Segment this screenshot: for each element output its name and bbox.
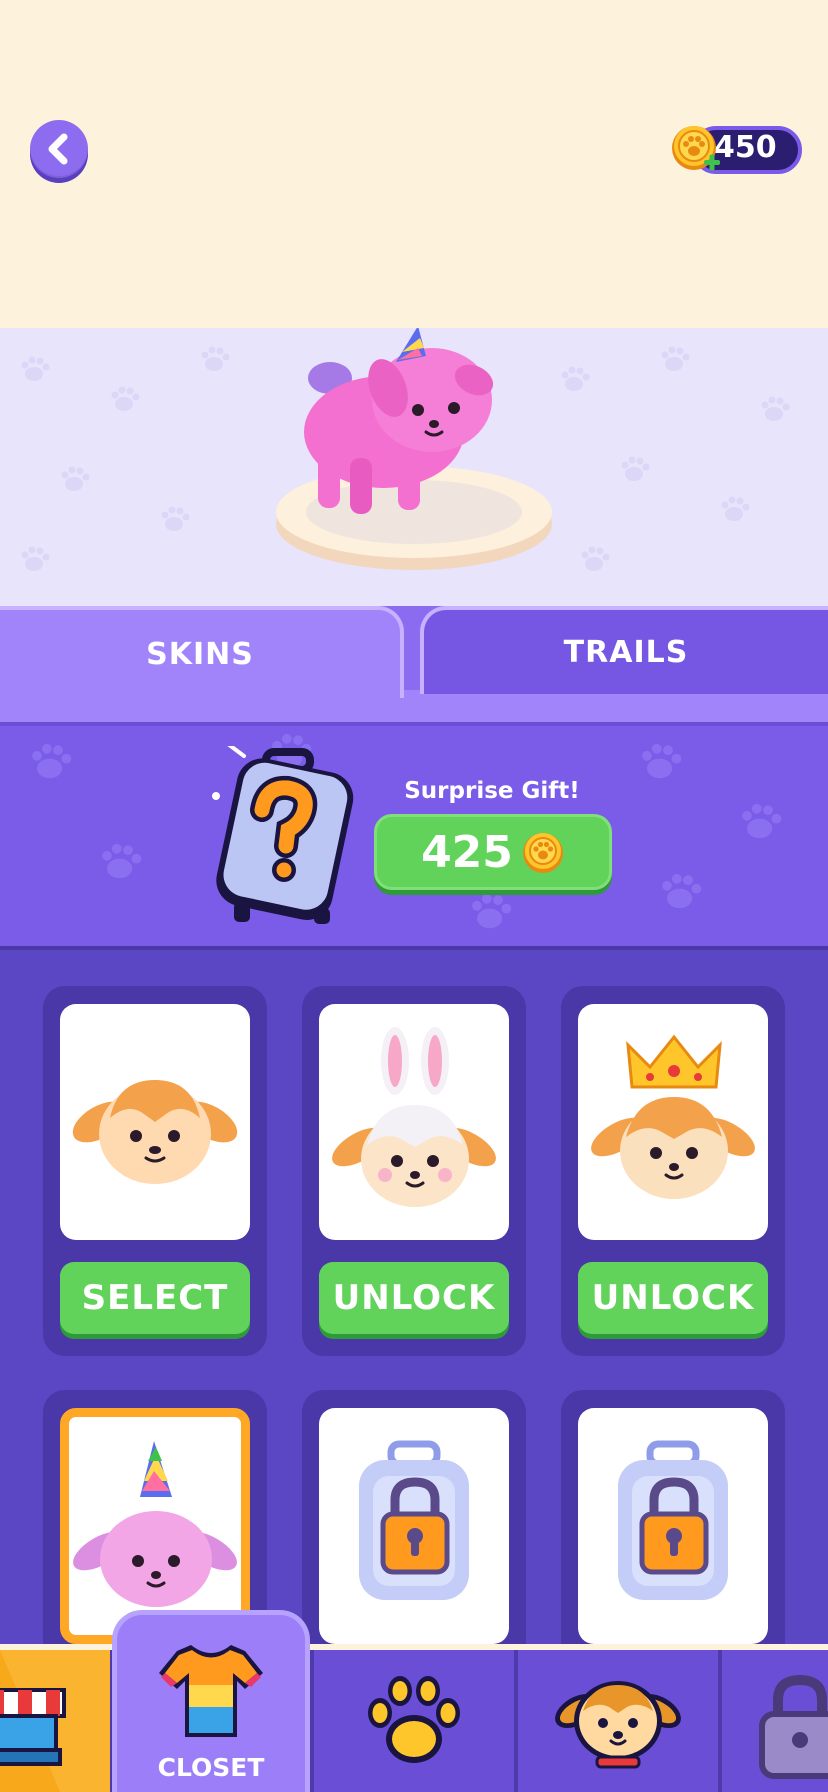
tab-skins[interactable]: SKINS bbox=[0, 606, 404, 698]
gift-title: Surprise Gift! bbox=[404, 778, 580, 804]
skin-thumbnail-locked[interactable] bbox=[578, 1408, 768, 1644]
skin-thumbnail-selected[interactable] bbox=[60, 1408, 250, 1644]
nav-pets[interactable] bbox=[518, 1650, 718, 1792]
chevron-left-icon bbox=[48, 133, 68, 165]
paw-coin-plus-icon[interactable] bbox=[670, 124, 722, 176]
category-tabs: SKINS TRAILS bbox=[0, 606, 828, 726]
skin-thumbnail[interactable] bbox=[319, 1004, 509, 1240]
unlock-button[interactable]: UNLOCK bbox=[578, 1262, 768, 1334]
nav-closet-label: CLOSET bbox=[157, 1753, 265, 1782]
select-button[interactable]: SELECT bbox=[60, 1262, 250, 1334]
gift-price: 425 bbox=[421, 826, 513, 878]
skin-thumbnail[interactable] bbox=[578, 1004, 768, 1240]
pet-preview-stage bbox=[0, 328, 828, 608]
unicorn-pup-model bbox=[276, 328, 552, 570]
skin-card-king-pup: UNLOCK bbox=[561, 986, 785, 1356]
nav-closet[interactable]: CLOSET bbox=[112, 1610, 310, 1792]
paw-icon bbox=[368, 1676, 460, 1763]
tab-trails[interactable]: TRAILS bbox=[420, 606, 828, 694]
unicorn-pup-face-icon bbox=[73, 1441, 237, 1607]
nav-locked[interactable] bbox=[722, 1650, 828, 1792]
skin-card-locked bbox=[302, 1390, 526, 1650]
unlock-button[interactable]: UNLOCK bbox=[319, 1262, 509, 1334]
currency-amount: 450 bbox=[714, 130, 777, 165]
bunny-pup-face-icon bbox=[332, 1027, 496, 1207]
dog-face-icon bbox=[555, 1681, 681, 1769]
classic-pup-face-icon bbox=[72, 1080, 238, 1184]
skin-thumbnail-locked[interactable] bbox=[319, 1408, 509, 1644]
top-bar: 450 bbox=[0, 0, 828, 328]
mystery-crate-icon[interactable] bbox=[204, 746, 354, 926]
locked-crate-icon bbox=[618, 1440, 728, 1600]
locked-crate-icon bbox=[359, 1440, 469, 1600]
shop-icon bbox=[0, 1650, 110, 1792]
skin-card-classic-pup: SELECT bbox=[43, 986, 267, 1356]
skins-grid: SELECT UNLOCK UNLOCK bbox=[0, 950, 828, 1650]
back-button[interactable] bbox=[30, 120, 88, 178]
currency-counter[interactable]: 450 bbox=[670, 124, 802, 176]
nav-shop[interactable] bbox=[0, 1650, 110, 1792]
king-pup-face-icon bbox=[591, 1034, 755, 1199]
skin-thumbnail[interactable] bbox=[60, 1004, 250, 1240]
skin-card-bunny-pup: UNLOCK bbox=[302, 986, 526, 1356]
surprise-gift-banner: Surprise Gift! 425 bbox=[0, 726, 828, 950]
lock-icon bbox=[759, 1674, 828, 1779]
gift-buy-button[interactable]: 425 bbox=[374, 814, 612, 890]
paw-coin-icon bbox=[522, 833, 563, 873]
bottom-nav: CLOSET bbox=[0, 1610, 828, 1792]
nav-tricks[interactable] bbox=[314, 1650, 514, 1792]
shirt-icon bbox=[159, 1645, 263, 1737]
skin-card-locked bbox=[561, 1390, 785, 1650]
